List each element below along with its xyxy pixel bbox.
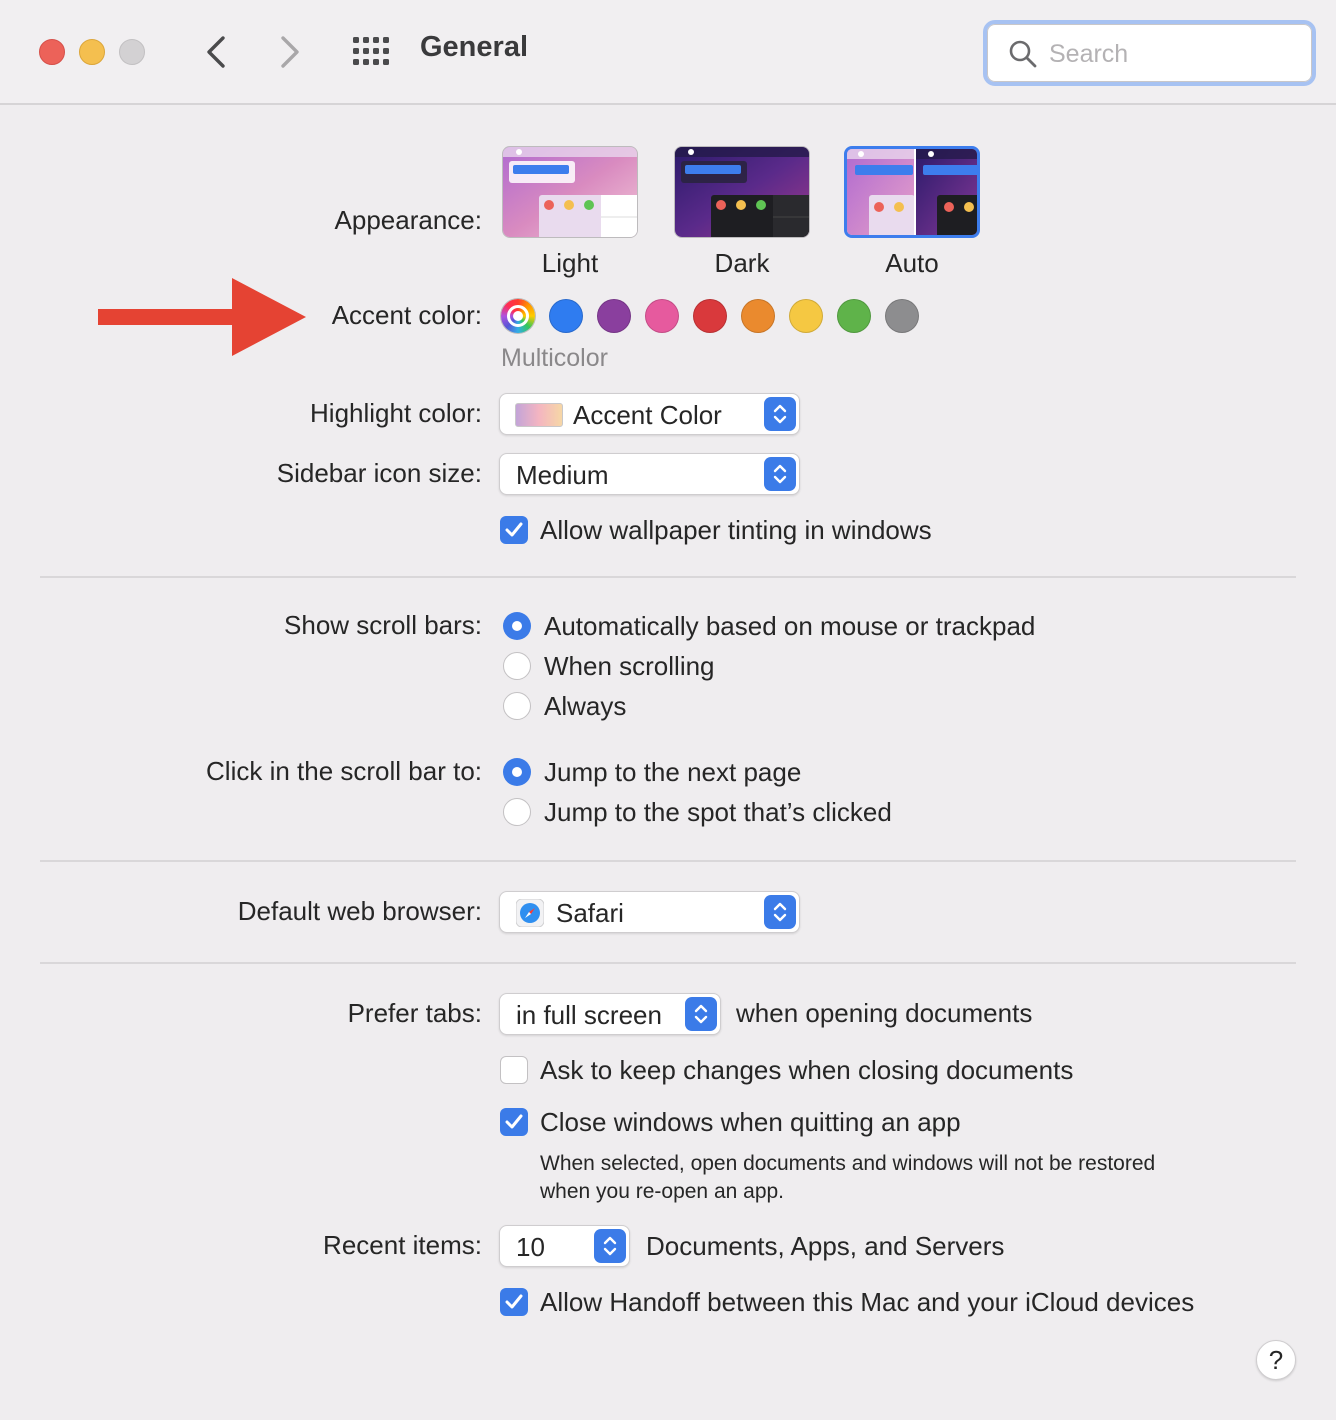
window-title: General (420, 31, 528, 63)
highlight-color-value: Accent Color (573, 400, 722, 430)
recent-items-suffix: Documents, Apps, and Servers (646, 1231, 1005, 1261)
prefer-tabs-suffix: when opening documents (736, 998, 1033, 1028)
safari-icon (516, 899, 544, 927)
accent-graphite-swatch[interactable] (885, 299, 919, 333)
click-next-page-radio[interactable] (503, 758, 531, 786)
section-divider (40, 962, 1296, 964)
sidebar-icon-size-label: Sidebar icon size: (276, 458, 482, 488)
accent-orange-swatch[interactable] (741, 299, 775, 333)
close-windows-note-line2: when you re-open an app. (540, 1180, 785, 1203)
ask-keep-changes-label: Ask to keep changes when closing documen… (540, 1055, 1074, 1085)
search-input[interactable] (1049, 36, 1289, 72)
scroll-bars-when-scrolling-radio[interactable] (503, 652, 531, 680)
auto-appearance-thumbnail (847, 149, 977, 235)
handoff-label: Allow Handoff between this Mac and your … (540, 1287, 1195, 1317)
recent-items-stepper (594, 1229, 626, 1263)
show-scroll-bars-label: Show scroll bars: (284, 610, 482, 640)
wallpaper-tinting-checkbox[interactable] (500, 516, 528, 544)
accent-yellow-swatch[interactable] (789, 299, 823, 333)
sidebar-icon-size-stepper (764, 457, 796, 491)
recent-items-label: Recent items: (323, 1230, 482, 1260)
checkmark-icon (505, 1294, 523, 1309)
ask-keep-changes-checkbox[interactable] (500, 1056, 528, 1084)
show-all-button[interactable] (352, 36, 392, 68)
up-down-chevron-icon (694, 1004, 708, 1024)
scroll-bars-when-scrolling-label: When scrolling (544, 651, 715, 681)
accent-red-swatch[interactable] (693, 299, 727, 333)
prefer-tabs-stepper (685, 997, 717, 1031)
toolbar: General (0, 0, 1336, 105)
click-spot-radio[interactable] (503, 798, 531, 826)
search-icon (1009, 40, 1037, 68)
prefer-tabs-popup[interactable]: in full screen (499, 993, 721, 1035)
up-down-chevron-icon (773, 902, 787, 922)
accent-green-swatch[interactable] (837, 299, 871, 333)
prefer-tabs-value: in full screen (516, 1000, 662, 1030)
search-field[interactable] (983, 20, 1316, 86)
up-down-chevron-icon (773, 404, 787, 424)
accent-pink-swatch[interactable] (645, 299, 679, 333)
accent-multicolor-swatch[interactable] (501, 299, 535, 333)
scroll-bars-always-label: Always (544, 691, 627, 721)
appearance-dark-label: Dark (714, 248, 770, 278)
sidebar-icon-size-popup[interactable]: Medium (499, 453, 800, 495)
section-divider (40, 860, 1296, 862)
appearance-auto-option[interactable] (844, 146, 980, 238)
default-browser-label: Default web browser: (237, 896, 482, 926)
zoom-window-button[interactable] (119, 39, 145, 65)
highlight-color-stepper (764, 397, 796, 431)
recent-items-popup[interactable]: 10 (499, 1225, 630, 1267)
accent-purple-swatch[interactable] (597, 299, 631, 333)
section-divider (40, 576, 1296, 578)
forward-button[interactable] (270, 30, 310, 74)
chevron-left-icon (207, 36, 225, 68)
appearance-auto-label: Auto (885, 248, 939, 278)
sidebar-icon-size-value: Medium (516, 460, 609, 490)
appearance-light-label: Light (541, 248, 599, 278)
close-windows-label: Close windows when quitting an app (540, 1107, 961, 1137)
close-windows-note-line1: When selected, open documents and window… (540, 1152, 1156, 1175)
scroll-bars-automatic-label: Automatically based on mouse or trackpad (544, 611, 1036, 641)
click-spot-label: Jump to the spot that’s clicked (544, 797, 892, 827)
appearance-dark-option[interactable] (674, 146, 810, 238)
minimize-window-button[interactable] (79, 39, 105, 65)
accent-selected-name: Multicolor (501, 344, 608, 372)
grid-icon (353, 37, 389, 65)
accent-color-label: Accent color: (331, 300, 482, 330)
prefer-tabs-label: Prefer tabs: (347, 998, 482, 1028)
appearance-light-option[interactable] (502, 146, 638, 238)
chevron-right-icon (281, 36, 299, 68)
scroll-bars-automatic-radio[interactable] (503, 612, 531, 640)
default-browser-value: Safari (556, 898, 624, 928)
close-windows-checkbox[interactable] (500, 1108, 528, 1136)
light-appearance-thumbnail (503, 147, 637, 237)
highlight-color-preview (515, 403, 563, 427)
recent-items-value: 10 (516, 1232, 545, 1262)
dark-appearance-thumbnail (675, 147, 809, 237)
highlight-color-popup[interactable]: Accent Color (499, 393, 800, 435)
default-browser-popup[interactable]: Safari (499, 891, 800, 933)
wallpaper-tinting-label: Allow wallpaper tinting in windows (540, 515, 932, 545)
accent-blue-swatch[interactable] (549, 299, 583, 333)
help-button[interactable]: ? (1256, 1340, 1296, 1380)
click-scroll-bar-label: Click in the scroll bar to: (206, 756, 482, 786)
up-down-chevron-icon (773, 464, 787, 484)
close-window-button[interactable] (39, 39, 65, 65)
up-down-chevron-icon (603, 1236, 617, 1256)
appearance-label: Appearance: (334, 205, 482, 235)
scroll-bars-always-radio[interactable] (503, 692, 531, 720)
highlight-color-label: Highlight color: (310, 398, 482, 428)
default-browser-stepper (764, 895, 796, 929)
checkmark-icon (505, 1114, 523, 1129)
back-button[interactable] (196, 30, 236, 74)
handoff-checkbox[interactable] (500, 1288, 528, 1316)
red-arrow-annotation (98, 278, 306, 356)
click-next-page-label: Jump to the next page (544, 757, 802, 787)
checkmark-icon (505, 522, 523, 537)
